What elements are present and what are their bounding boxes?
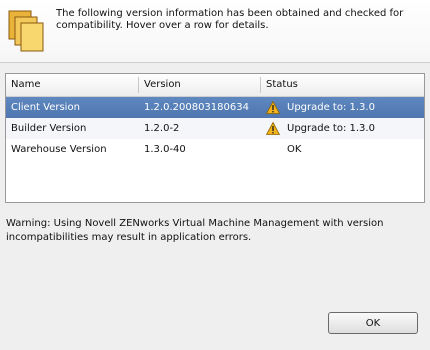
row-name: Client Version xyxy=(11,102,80,113)
row-version: 1.3.0-40 xyxy=(144,144,186,155)
row-version: 1.2.0-2 xyxy=(144,123,180,134)
row-status: Upgrade to: 1.3.0 xyxy=(261,118,421,139)
status-text: OK xyxy=(287,144,302,155)
header-message: The following version information has be… xyxy=(56,8,404,31)
ok-button[interactable]: OK xyxy=(328,312,418,334)
compatibility-warning: Warning: Using Novell ZENworks Virtual M… xyxy=(6,218,384,243)
row-name: Builder Version xyxy=(11,123,87,134)
documents-icon xyxy=(8,10,44,52)
warning-icon xyxy=(266,122,280,135)
dialog-header: The following version information has be… xyxy=(0,0,430,63)
version-table: Name Version Status Client Version 1.2.0… xyxy=(5,73,425,203)
table-row[interactable]: Client Version 1.2.0.200803180634 Upgrad… xyxy=(6,97,424,118)
warning-icon xyxy=(266,101,280,114)
row-status: Upgrade to: 1.3.0 xyxy=(261,97,421,118)
column-header-name[interactable]: Name xyxy=(6,74,138,96)
row-status: OK xyxy=(261,139,421,160)
table-row[interactable]: Warehouse Version 1.3.0-40 OK xyxy=(6,139,424,160)
status-text: Upgrade to: 1.3.0 xyxy=(287,123,375,134)
row-name: Warehouse Version xyxy=(11,144,107,155)
column-header-version[interactable]: Version xyxy=(139,74,260,96)
table-row[interactable]: Builder Version 1.2.0-2 Upgrade to: 1.3.… xyxy=(6,118,424,139)
table-header: Name Version Status xyxy=(6,74,424,97)
row-version: 1.2.0.200803180634 xyxy=(144,102,249,113)
column-header-status[interactable]: Status xyxy=(261,74,421,96)
status-text: Upgrade to: 1.3.0 xyxy=(287,102,375,113)
